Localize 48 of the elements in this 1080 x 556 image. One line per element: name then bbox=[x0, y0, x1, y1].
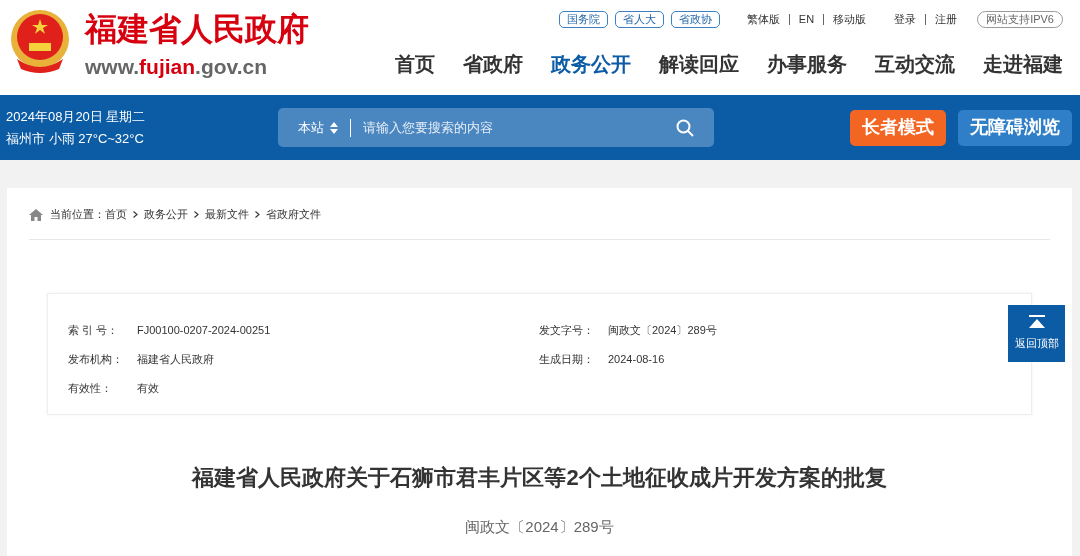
nav-tab[interactable]: 省政府 bbox=[463, 49, 523, 79]
chevron-right-icon bbox=[133, 211, 138, 218]
meta-value: 有效 bbox=[137, 381, 159, 397]
version-link[interactable]: 移动版 bbox=[833, 10, 867, 28]
nav-tab[interactable]: 互动交流 bbox=[875, 49, 955, 79]
date-text: 2024年08月20日 星期二 bbox=[6, 107, 147, 126]
home-icon bbox=[29, 208, 43, 221]
top-arrow-icon bbox=[1028, 315, 1045, 330]
external-link[interactable]: 省政协 bbox=[670, 10, 720, 28]
account-link[interactable]: 登录 bbox=[894, 10, 917, 28]
search-bar[interactable]: 本站 请输入您要搜索的内容 bbox=[278, 108, 714, 147]
nav-tab[interactable]: 首页 bbox=[395, 49, 435, 79]
breadcrumb-label: 当前位置： bbox=[50, 207, 105, 223]
meta-label: 索 引 号： bbox=[68, 323, 120, 339]
nav-tab[interactable]: 解读回应 bbox=[659, 49, 739, 79]
meta-value: 福建省人民政府 bbox=[137, 352, 214, 368]
nav-tab[interactable]: 走进福建 bbox=[983, 49, 1063, 79]
weather-text: 福州市 小雨 27°C~32°C bbox=[6, 129, 145, 148]
emblem-icon bbox=[9, 9, 71, 73]
meta-value: 2024-08-16 bbox=[608, 352, 665, 368]
nav-tab[interactable]: 政务公开 bbox=[551, 49, 631, 79]
search-scope[interactable]: 本站 bbox=[298, 117, 324, 138]
meta-label: 发文字号： bbox=[539, 323, 595, 339]
breadcrumb-link[interactable]: 政务公开 bbox=[144, 206, 188, 223]
sort-icon bbox=[330, 121, 338, 134]
version-link[interactable]: 繁体版 bbox=[746, 10, 780, 28]
site-url: www.fujian.gov.cn bbox=[85, 54, 268, 80]
external-link[interactable]: 省人大 bbox=[614, 10, 664, 28]
breadcrumb-link[interactable]: 省政府文件 bbox=[266, 206, 321, 223]
back-to-top-button[interactable]: 返回顶部 bbox=[1008, 305, 1065, 362]
mode-button[interactable]: 无障碍浏览 bbox=[958, 109, 1072, 146]
site-name: 福建省人民政府 bbox=[85, 9, 309, 49]
chevron-right-icon bbox=[194, 211, 199, 218]
search-icon[interactable] bbox=[676, 118, 694, 137]
nav-tab[interactable]: 办事服务 bbox=[767, 49, 847, 79]
external-link[interactable]: 国务院 bbox=[558, 10, 608, 28]
meta-value: 闽政文〔2024〕289号 bbox=[608, 323, 717, 339]
document-title: 福建省人民政府关于石狮市君丰片区等2个土地征收成片开发方案的批复 bbox=[192, 464, 887, 492]
account-link[interactable]: 注册 bbox=[935, 10, 958, 28]
breadcrumb-link[interactable]: 首页 bbox=[105, 206, 127, 223]
meta-label: 发布机构： bbox=[68, 352, 124, 368]
version-link[interactable]: EN bbox=[798, 10, 815, 28]
meta-label: 生成日期： bbox=[539, 352, 595, 368]
meta-value: FJ00100-0207-2024-00251 bbox=[137, 323, 271, 339]
document-number: 闽政文〔2024〕289号 bbox=[465, 517, 614, 537]
chevron-right-icon bbox=[255, 211, 260, 218]
meta-label: 有效性： bbox=[68, 381, 113, 397]
breadcrumb-link[interactable]: 最新文件 bbox=[205, 206, 249, 223]
